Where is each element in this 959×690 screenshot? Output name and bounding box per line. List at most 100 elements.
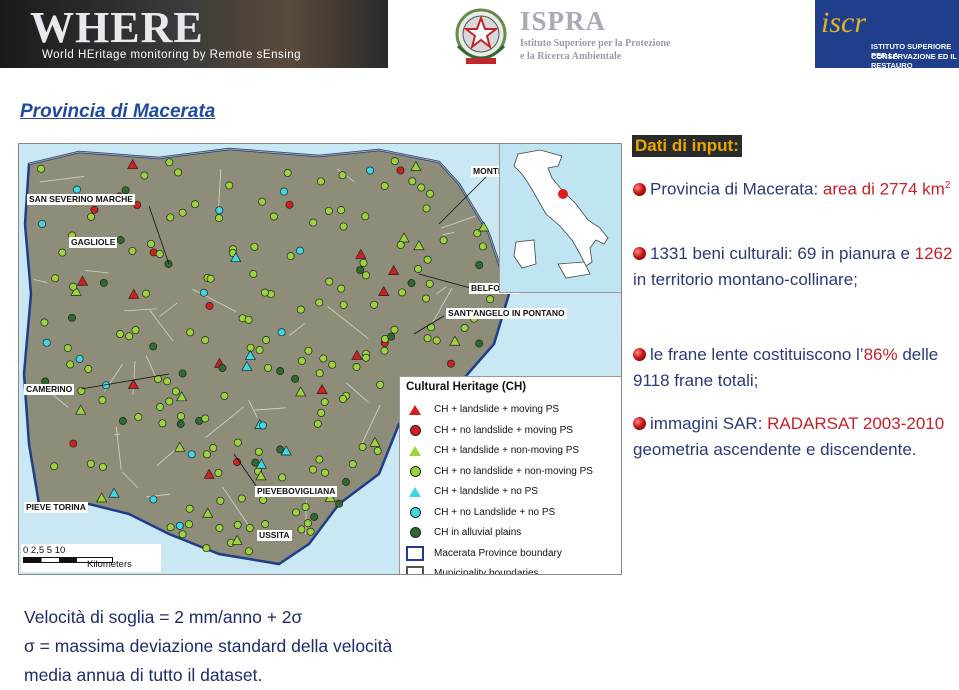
heritage-site-marker <box>51 274 60 283</box>
heritage-site-marker <box>317 408 326 417</box>
heritage-site-marker <box>376 380 385 389</box>
heritage-site-marker <box>390 325 399 334</box>
heritage-site-marker <box>201 414 210 423</box>
heritage-site-marker <box>176 420 185 428</box>
legend-label: CH + landslide + moving PS <box>434 404 560 415</box>
heritage-site-marker <box>116 330 125 338</box>
triangle-marker-icon <box>406 404 424 416</box>
heritage-site-marker <box>215 206 224 215</box>
triangle-marker-icon <box>406 445 424 457</box>
heritage-site-marker <box>90 205 99 214</box>
heritage-site-marker <box>249 270 258 278</box>
heritage-site-marker <box>338 171 347 180</box>
heritage-site-marker <box>277 328 286 337</box>
heritage-site-marker <box>417 183 426 192</box>
heritage-site-marker <box>250 242 259 251</box>
legend-label: Municipality boundaries <box>434 568 539 575</box>
heritage-site-marker <box>276 445 285 454</box>
heritage-site-marker <box>202 450 211 459</box>
heritage-site-marker <box>84 365 93 373</box>
heritage-site-marker <box>165 158 174 167</box>
red-bullet-icon <box>633 182 646 196</box>
heritage-site-marker <box>174 168 183 177</box>
heritage-site-marker <box>98 396 107 405</box>
heritage-site-marker <box>163 377 172 386</box>
heritage-site-marker <box>69 282 78 291</box>
legend-row: CH + no Landslide + no PS <box>406 504 555 521</box>
heritage-site-marker <box>258 197 267 206</box>
italy-inset-map <box>499 144 621 293</box>
heritage-site-marker <box>245 524 254 532</box>
where-logo-title: WHERE <box>30 3 204 52</box>
heritage-site-marker <box>147 239 155 248</box>
where-logo-subtitle: World HEritage monitoring by Remote sEns… <box>42 49 302 61</box>
ispra-subtitle-line1: Istituto Superiore per la Protezione <box>520 38 671 49</box>
heritage-site-marker <box>486 295 495 304</box>
threshold-line2: σ = massima deviazione standard della ve… <box>24 636 393 656</box>
heritage-site-marker <box>66 360 75 369</box>
heritage-site-marker <box>258 421 267 430</box>
heritage-site-marker <box>201 336 210 345</box>
boundary-box-icon <box>406 545 424 561</box>
heritage-site-marker <box>348 460 357 469</box>
iscr-logo: iscr ISTITUTO SUPERIORE PER LA CONSERVAZ… <box>815 0 959 70</box>
threshold-note: Velocità di soglia = 2 mm/anno + 2σ σ = … <box>24 603 584 690</box>
heritage-site-marker <box>209 444 218 452</box>
heritage-site-marker <box>178 369 187 378</box>
map-legend: Cultural Heritage (CH) CH + landslide + … <box>399 376 621 575</box>
heritage-site-marker <box>390 157 399 166</box>
heritage-site-marker <box>149 342 158 351</box>
triangle-marker-icon <box>406 486 424 498</box>
heritage-site-marker <box>149 495 158 504</box>
heritage-site-marker <box>72 185 81 194</box>
heritage-site-marker <box>325 277 334 286</box>
heritage-site-marker <box>259 496 268 504</box>
heritage-site-marker <box>87 212 96 221</box>
legend-row: CH in alluvial plains <box>406 524 521 541</box>
heritage-site-marker <box>244 315 253 324</box>
input-item-sar: immagini SAR: RADARSAT 2003-2010 geometr… <box>633 414 945 459</box>
heritage-site-marker <box>98 462 107 471</box>
heritage-site-marker <box>118 417 127 425</box>
heritage-site-marker <box>37 164 46 173</box>
heritage-site-marker <box>427 323 436 332</box>
heritage-site-marker <box>408 177 417 186</box>
heritage-site-marker <box>255 346 264 355</box>
scale-bar: 0 2,5 5 10 Kilometers <box>21 544 161 572</box>
heritage-site-marker <box>315 455 324 464</box>
legend-label: Macerata Province boundary <box>434 547 562 559</box>
heritage-site-marker <box>423 334 432 343</box>
heritage-site-marker <box>279 187 288 196</box>
legend-row: CH + landslide + moving PS <box>406 401 559 418</box>
heritage-site-marker <box>478 242 487 251</box>
heritage-site-marker <box>261 520 270 529</box>
legend-row: CH + no landslide + non-moving PS <box>406 463 593 480</box>
heritage-site-marker <box>432 336 441 345</box>
heritage-site-marker <box>297 525 306 534</box>
where-logo: WHERE World HEritage monitoring by Remot… <box>0 0 388 68</box>
heritage-site-marker <box>475 339 484 348</box>
heritage-site-marker <box>63 344 72 353</box>
legend-row: Macerata Province boundary <box>406 545 562 562</box>
heritage-site-marker <box>178 530 187 539</box>
legend-label: CH + landslide + no PS <box>434 486 538 497</box>
heritage-site-marker <box>218 364 227 372</box>
heritage-site-marker <box>301 502 310 511</box>
circle-marker-icon <box>406 465 424 477</box>
province-map: MONTE SAN SEVERINO MARCHE GAGLIOLE BELFO… <box>18 143 622 575</box>
heritage-site-marker <box>380 346 389 355</box>
heritage-site-marker <box>283 169 292 177</box>
scale-ticks: 0 2,5 5 10 <box>23 545 66 556</box>
heritage-site-marker <box>425 279 434 288</box>
legend-label: CH + no landslide + non-moving PS <box>434 465 593 477</box>
heritage-site-marker <box>320 398 329 406</box>
heritage-site-marker <box>315 369 324 378</box>
heritage-site-marker <box>185 504 194 513</box>
heritage-site-marker <box>439 236 448 245</box>
red-bullet-icon <box>633 417 646 430</box>
heritage-site-marker <box>68 313 76 322</box>
heritage-site-marker <box>316 177 325 186</box>
heritage-site-marker <box>262 336 271 344</box>
heritage-site-marker <box>310 513 319 521</box>
heritage-site-marker <box>313 419 322 428</box>
